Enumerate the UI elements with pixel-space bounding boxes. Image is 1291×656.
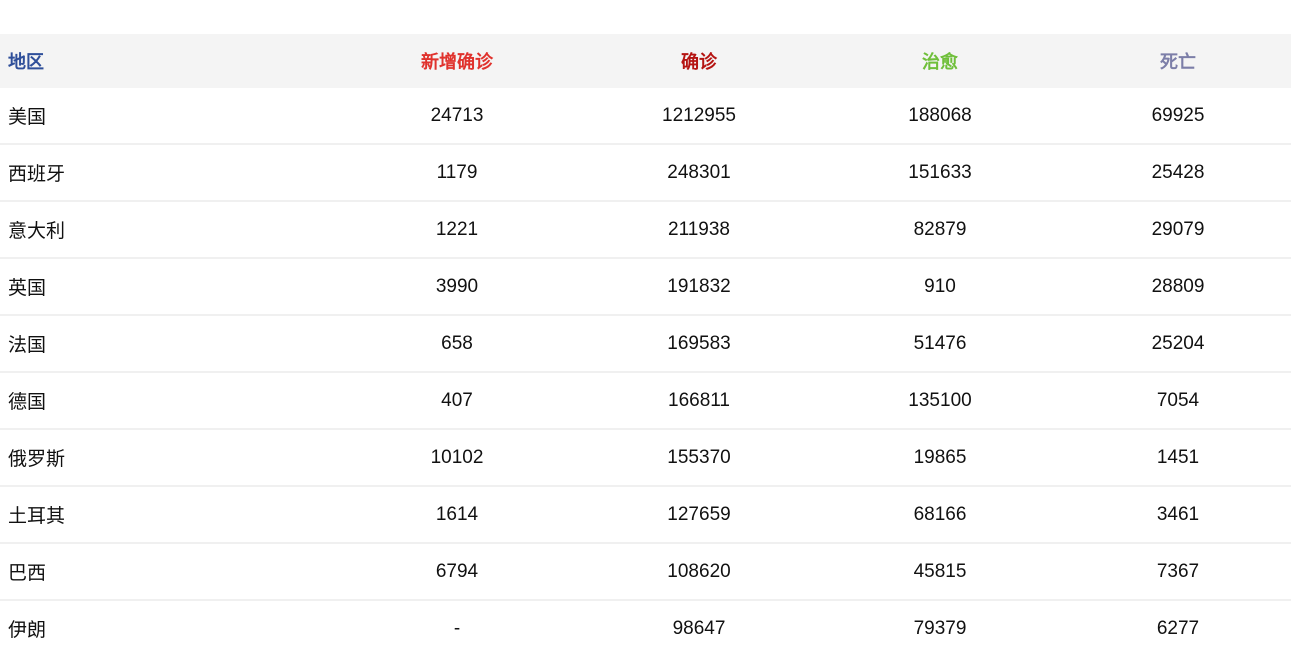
cell-region: 美国 — [8, 107, 47, 128]
cell-cured: 68166 — [913, 503, 967, 525]
cell-cured: 79379 — [913, 617, 967, 639]
covid-stats-table: 地区 新增确诊 确诊 治愈 死亡 美国 24713 1212955 188068 699… — [0, 34, 1291, 656]
cell-region: 伊朗 — [8, 620, 47, 641]
table-row[interactable]: 美国 24713 1212955 188068 69925 — [0, 88, 1291, 145]
cell-region: 西班牙 — [8, 164, 66, 185]
header-cured[interactable]: 治愈 — [820, 48, 1060, 74]
cell-new-confirmed: 10102 — [430, 446, 484, 468]
cell-region: 俄罗斯 — [8, 449, 66, 470]
table-row[interactable]: 土耳其 1614 127659 68166 3461 — [0, 487, 1291, 544]
table-row[interactable]: 德国 407 166811 135100 7054 — [0, 373, 1291, 430]
cell-new-confirmed: 1614 — [435, 503, 479, 525]
table-row[interactable]: 巴西 6794 108620 45815 7367 — [0, 544, 1291, 601]
table-row[interactable]: 法国 658 169583 51476 25204 — [0, 316, 1291, 373]
cell-confirmed: 127659 — [667, 503, 731, 525]
cell-deaths: 1451 — [1156, 446, 1200, 468]
cell-deaths: 29079 — [1151, 218, 1205, 240]
cell-deaths: 3461 — [1156, 503, 1200, 525]
table-body: 美国 24713 1212955 188068 69925 西班牙 1179 248301 15… — [0, 88, 1291, 656]
cell-cured: 188068 — [908, 104, 972, 126]
cell-cured: 135100 — [908, 389, 972, 411]
cell-cured: 19865 — [913, 446, 967, 468]
cell-region: 法国 — [8, 335, 47, 356]
table-header-row: 地区 新增确诊 确诊 治愈 死亡 — [0, 34, 1291, 88]
cell-new-confirmed: 658 — [441, 332, 473, 354]
cell-new-confirmed: 407 — [441, 389, 473, 411]
cell-confirmed: 169583 — [667, 332, 731, 354]
cell-region: 巴西 — [8, 563, 47, 584]
cell-deaths: 69925 — [1151, 104, 1205, 126]
cell-deaths: 28809 — [1151, 275, 1205, 297]
cell-deaths: 7367 — [1156, 560, 1200, 582]
cell-deaths: 25204 — [1151, 332, 1205, 354]
cell-cured: 151633 — [908, 161, 972, 183]
cell-deaths: 6277 — [1156, 617, 1200, 639]
table-row[interactable]: 伊朗 - 98647 79379 6277 — [0, 601, 1291, 656]
cell-cured: 51476 — [913, 332, 967, 354]
cell-deaths: 25428 — [1151, 161, 1205, 183]
cell-region: 英国 — [8, 278, 47, 299]
cell-region: 土耳其 — [8, 506, 66, 527]
cell-confirmed: 166811 — [668, 389, 730, 411]
cell-confirmed: 1212955 — [662, 104, 736, 126]
table-row[interactable]: 意大利 1221 211938 82879 29079 — [0, 202, 1291, 259]
cell-new-confirmed: 1179 — [436, 161, 478, 183]
cell-cured: 910 — [924, 275, 956, 297]
cell-confirmed: 98647 — [672, 617, 726, 639]
cell-confirmed: 248301 — [667, 161, 731, 183]
table-row[interactable]: 英国 3990 191832 910 28809 — [0, 259, 1291, 316]
header-confirmed[interactable]: 确诊 — [578, 48, 820, 74]
header-region[interactable]: 地区 — [0, 48, 336, 74]
cell-new-confirmed: 1221 — [435, 218, 479, 240]
header-new-confirmed[interactable]: 新增确诊 — [336, 48, 578, 74]
cell-cured: 82879 — [913, 218, 967, 240]
cell-new-confirmed: - — [453, 617, 461, 639]
cell-deaths: 7054 — [1156, 389, 1200, 411]
cell-confirmed: 211938 — [668, 218, 730, 240]
header-deaths[interactable]: 死亡 — [1060, 48, 1291, 74]
cell-confirmed: 155370 — [667, 446, 731, 468]
table-row[interactable]: 西班牙 1179 248301 151633 25428 — [0, 145, 1291, 202]
cell-confirmed: 191832 — [667, 275, 731, 297]
cell-new-confirmed: 3990 — [435, 275, 479, 297]
cell-region: 德国 — [8, 392, 47, 413]
cell-region: 意大利 — [8, 221, 66, 242]
cell-new-confirmed: 6794 — [435, 560, 479, 582]
cell-confirmed: 108620 — [667, 560, 731, 582]
cell-cured: 45815 — [913, 560, 967, 582]
table-row[interactable]: 俄罗斯 10102 155370 19865 1451 — [0, 430, 1291, 487]
cell-new-confirmed: 24713 — [430, 104, 484, 126]
